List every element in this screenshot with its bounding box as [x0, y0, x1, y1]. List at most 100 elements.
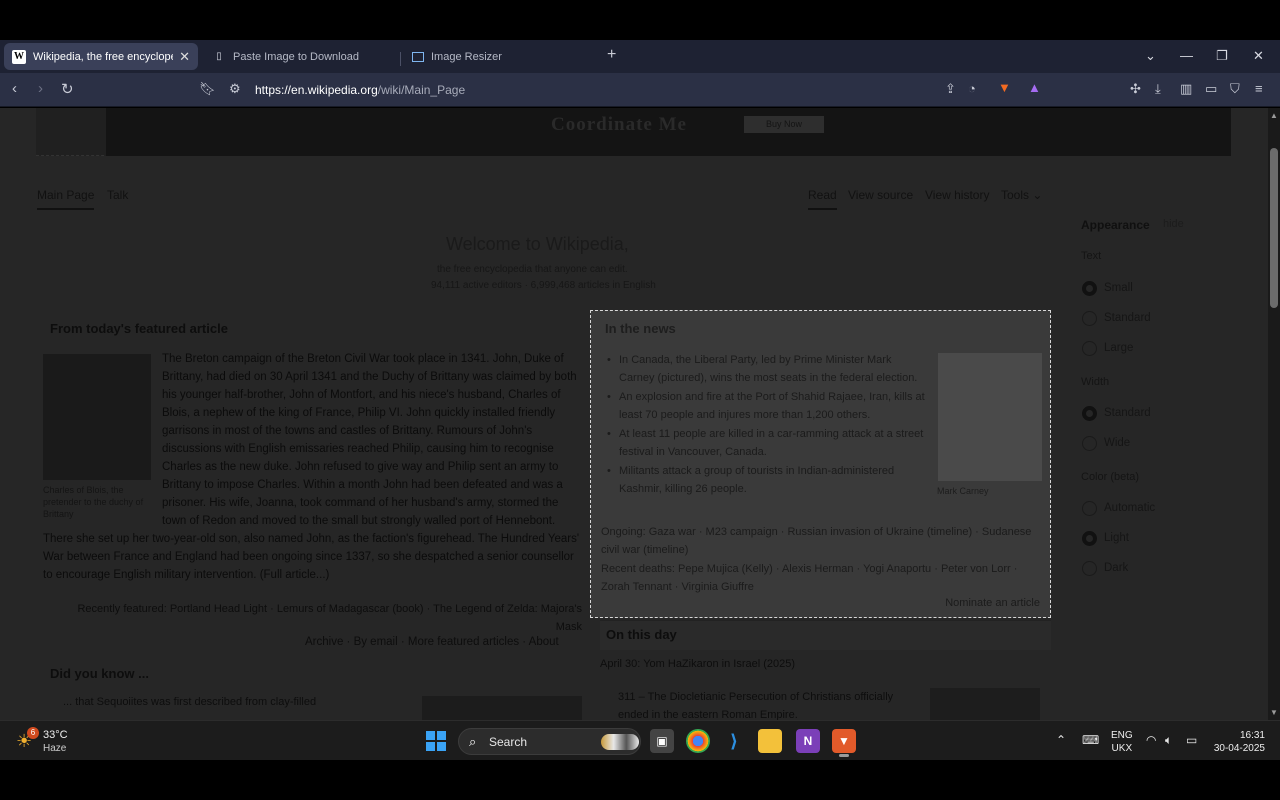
wikipedia-favicon-icon: W	[12, 49, 26, 64]
radio-text-standard[interactable]	[1082, 311, 1097, 326]
bookmark-icon[interactable]: 🔖︎	[199, 81, 216, 97]
dyk-image[interactable]	[422, 696, 582, 720]
close-tab-icon[interactable]: ✕	[179, 49, 190, 65]
tab-talk[interactable]: Talk	[107, 188, 128, 202]
weather-temp[interactable]: 33°C	[43, 729, 68, 741]
volume-icon[interactable]: 🔈︎	[1165, 733, 1172, 748]
welcome-stats: 94,111 active editors · 6,999,468 articl…	[431, 280, 656, 291]
clock[interactable]: 16:31 30-04-2025	[1213, 729, 1265, 755]
tab-paste-image[interactable]: ▯ Paste Image to Download	[204, 43, 394, 70]
featured-caption: Charles of Blois, the pretender to the d…	[43, 485, 144, 519]
radio-label: Standard	[1104, 407, 1151, 419]
tab-strip: W Wikipedia, the free encyclopedia ✕ ▯ P…	[0, 40, 1280, 73]
menu-icon[interactable]: ≡	[1255, 81, 1263, 96]
taskbar-search[interactable]: ⌕ Search	[458, 728, 641, 755]
color-label: Color (beta)	[1081, 471, 1140, 483]
task-view-icon[interactable]: ▣	[650, 729, 674, 753]
featured-image[interactable]	[43, 354, 151, 480]
wallet-icon[interactable]: ▭	[1205, 81, 1217, 97]
radio-color-light[interactable]	[1082, 531, 1097, 546]
scroll-up-icon[interactable]: ▲	[1270, 111, 1278, 120]
ad-banner-inner: Coordinate Me Buy Now	[106, 108, 1231, 156]
extensions-icon[interactable]: ✣	[1130, 81, 1141, 97]
ad-banner[interactable]: Coordinate Me Buy Now	[36, 108, 1231, 156]
resize-icon	[412, 51, 424, 62]
ad-buy-button[interactable]: Buy Now	[744, 116, 824, 133]
news-recent-deaths: Recent deaths: Pepe Mujica (Kelly) · Ale…	[601, 563, 1018, 593]
tab-title: Wikipedia, the free encyclopedia	[33, 50, 173, 63]
minimize-icon[interactable]: —	[1180, 48, 1193, 63]
tray-chevron-icon[interactable]: ⌃	[1056, 733, 1066, 747]
close-window-icon[interactable]: ✕	[1253, 48, 1264, 64]
tab-wikipedia[interactable]: W Wikipedia, the free encyclopedia ✕	[4, 43, 198, 70]
radio-label: Large	[1104, 342, 1134, 354]
reload-icon[interactable]: ↻	[61, 80, 74, 98]
radio-label: Wide	[1104, 437, 1131, 449]
start-button-windows-icon[interactable]	[426, 731, 446, 751]
radio-width-standard[interactable]	[1082, 406, 1097, 421]
tab-main-page[interactable]: Main Page	[37, 188, 95, 210]
radio-color-dark[interactable]	[1082, 561, 1097, 576]
radio-color-automatic[interactable]	[1082, 501, 1097, 516]
radio-width-wide[interactable]	[1082, 436, 1097, 451]
radio-label: Small	[1104, 282, 1133, 294]
maximize-icon[interactable]: ❐	[1216, 48, 1228, 64]
tab-image-resizer[interactable]: Image Resizer	[404, 43, 594, 70]
news-item[interactable]: At least 11 people are killed in a car-r…	[605, 425, 925, 461]
featured-text: The Breton campaign of the Breton Civil …	[162, 353, 577, 527]
tab-title: Paste Image to Download	[233, 50, 359, 63]
site-info-icon[interactable]: ⚙	[229, 81, 241, 97]
file-explorer-icon[interactable]	[758, 729, 782, 753]
scroll-down-icon[interactable]: ▼	[1270, 708, 1278, 717]
battery-icon[interactable]: ▭	[1186, 733, 1197, 747]
news-item[interactable]: Militants attack a group of tourists in …	[605, 462, 925, 498]
new-tab-button[interactable]: +	[607, 46, 616, 64]
url-text[interactable]: https://en.wikipedia.org/wiki/Main_Page	[255, 83, 465, 97]
tab-list-chevron-icon[interactable]: ⌄	[1145, 48, 1156, 64]
brave-rewards-icon[interactable]: ▲	[1028, 80, 1041, 95]
language-indicator[interactable]: ENG UKX	[1111, 729, 1133, 755]
downloads-icon[interactable]: ⤓	[1155, 81, 1161, 97]
news-list: In Canada, the Liberal Party, led by Pri…	[605, 351, 925, 499]
news-image-caption: Mark Carney	[937, 486, 989, 496]
search-highlight-icon	[601, 734, 639, 750]
wifi-icon[interactable]: ◠	[1146, 733, 1156, 747]
news-item[interactable]: In Canada, the Liberal Party, led by Pri…	[605, 351, 925, 387]
otd-date: April 30: Yom HaZikaron in Israel (2025)	[600, 658, 796, 670]
in-the-news-selection[interactable]: In the news In Canada, the Liberal Party…	[590, 310, 1051, 618]
scrollbar-thumb[interactable]	[1270, 148, 1278, 308]
vscode-icon[interactable]: ⟩	[722, 729, 746, 753]
brave-browser-icon[interactable]: ▼	[832, 729, 856, 757]
sidebar-icon[interactable]: ▥	[1180, 81, 1192, 97]
page-scrollbar[interactable]: ▲ ▼	[1268, 108, 1280, 720]
radio-text-small[interactable]	[1082, 281, 1097, 296]
weather-desc[interactable]: Haze	[43, 743, 66, 754]
otd-image[interactable]	[930, 688, 1040, 720]
tools-dropdown[interactable]: Tools ⌄	[1001, 188, 1042, 202]
news-image[interactable]	[938, 353, 1042, 481]
rss-icon[interactable]: ◔	[968, 81, 976, 96]
onenote-icon[interactable]: N	[796, 729, 820, 753]
news-ongoing: Ongoing: Gaza war · M23 campaign · Russi…	[601, 526, 1032, 556]
chrome-icon[interactable]	[686, 729, 710, 753]
featured-links: Archive · By email · More featured artic…	[305, 636, 559, 648]
news-item[interactable]: An explosion and fire at the Port of Sha…	[605, 388, 925, 424]
appearance-hide-button[interactable]: hide	[1163, 218, 1184, 230]
dyk-heading: Did you know ...	[50, 666, 149, 681]
featured-text-continued: There she set up her two-year-old son, a…	[43, 533, 580, 581]
tab-view-history[interactable]: View history	[925, 188, 989, 202]
brave-shields-icon[interactable]: ▼	[998, 80, 1011, 95]
vpn-icon[interactable]: ⛉	[1230, 81, 1240, 97]
radio-text-large[interactable]	[1082, 341, 1097, 356]
forward-icon[interactable]: ›	[38, 80, 43, 97]
share-icon[interactable]: ⇪	[945, 81, 956, 97]
tab-title: Image Resizer	[431, 50, 502, 63]
back-icon[interactable]: ‹	[12, 80, 17, 97]
address-bar[interactable]: 🔖︎ ⚙ https://en.wikipedia.org/wiki/Main_…	[195, 77, 1055, 103]
keyboard-icon[interactable]: ⌨	[1082, 733, 1099, 747]
tab-view-source[interactable]: View source	[848, 188, 913, 202]
tab-read[interactable]: Read	[808, 188, 837, 210]
radio-label: Light	[1104, 532, 1129, 544]
document-icon: ▯	[216, 51, 222, 62]
nominate-link[interactable]: Nominate an article	[945, 597, 1040, 609]
